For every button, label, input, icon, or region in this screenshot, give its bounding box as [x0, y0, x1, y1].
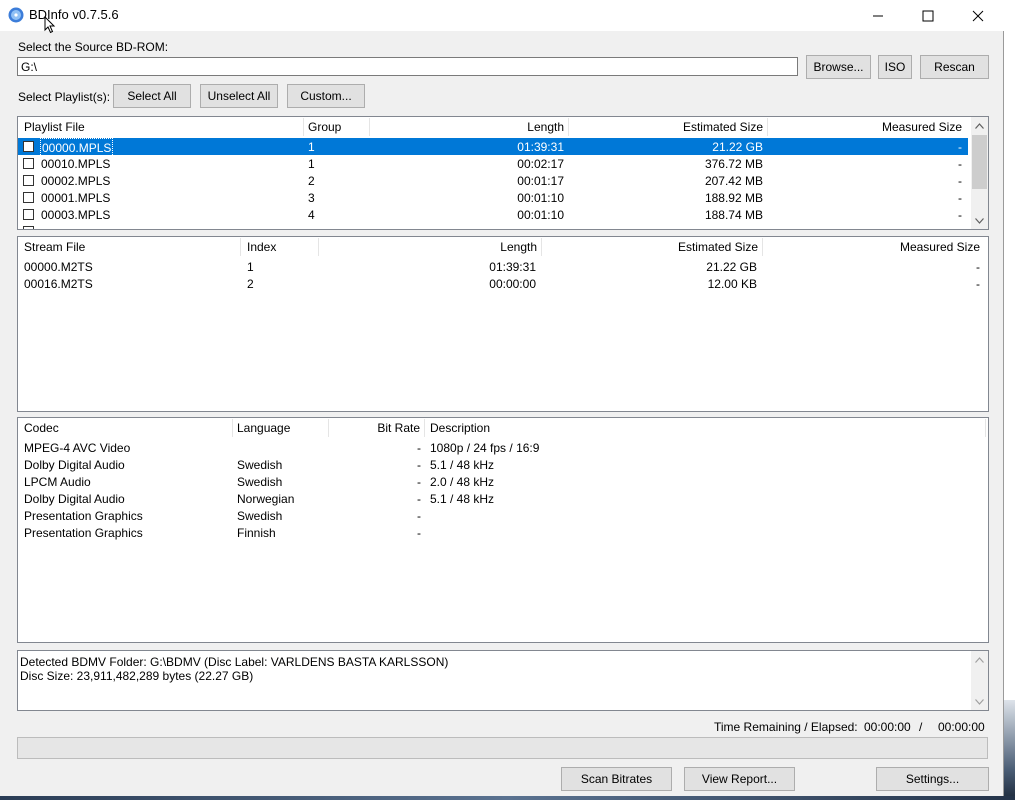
disc-icon	[8, 7, 24, 23]
view-report-button[interactable]: View Report...	[684, 767, 795, 791]
maximize-button[interactable]	[905, 0, 951, 31]
window-title: BDInfo v0.7.5.6	[29, 7, 119, 22]
playlist-row[interactable]: 00000.MPLS 1 01:39:31 21.22 GB -	[18, 138, 968, 157]
playlist-checkbox[interactable]	[23, 158, 34, 169]
playlist-checkbox[interactable]	[23, 192, 34, 203]
source-label: Select the Source BD-ROM:	[18, 40, 169, 54]
time-remaining: 00:00:00	[864, 720, 911, 734]
col-language[interactable]: Language	[237, 418, 290, 438]
playlist-checkbox[interactable]	[23, 226, 34, 229]
taskbar-edge	[0, 796, 1015, 800]
minimize-icon	[873, 15, 883, 16]
maximize-icon	[922, 10, 934, 21]
codec-row[interactable]: Presentation Graphics Finnish -	[18, 524, 988, 541]
scroll-thumb[interactable]	[972, 135, 987, 189]
stream-row[interactable]: 00000.M2TS 1 01:39:31 21.22 GB -	[18, 258, 988, 275]
col-stream-file[interactable]: Stream File	[24, 237, 85, 257]
col-group[interactable]: Group	[308, 117, 341, 137]
select-all-button[interactable]: Select All	[113, 84, 191, 108]
codec-list[interactable]: Codec Language Bit Rate Description MPEG…	[17, 417, 989, 643]
custom-button[interactable]: Custom...	[287, 84, 365, 108]
time-label: Time Remaining / Elapsed:	[714, 720, 858, 734]
col-playlist-file[interactable]: Playlist File	[24, 117, 85, 137]
col-length[interactable]: Length	[370, 117, 564, 137]
col-description[interactable]: Description	[430, 418, 490, 438]
codec-row[interactable]: MPEG-4 AVC Video - 1080p / 24 fps / 16:9	[18, 439, 988, 456]
time-elapsed: 00:00:00	[938, 720, 985, 734]
playlist-checkbox[interactable]	[23, 175, 34, 186]
status-line-disc-size: Disc Size: 23,911,482,289 bytes (22.27 G…	[20, 669, 254, 683]
col-stream-estimated-size[interactable]: Estimated Size	[542, 237, 758, 257]
status-textbox[interactable]: Detected BDMV Folder: G:\BDMV (Disc Labe…	[17, 650, 989, 711]
codec-row[interactable]: Dolby Digital Audio Norwegian - 5.1 / 48…	[18, 490, 988, 507]
mouse-cursor-icon	[44, 16, 56, 34]
codec-row[interactable]: Presentation Graphics Swedish -	[18, 507, 988, 524]
time-separator: /	[919, 720, 923, 734]
playlist-checkbox[interactable]	[23, 209, 34, 220]
scan-progress-bar	[17, 737, 988, 759]
browse-button[interactable]: Browse...	[806, 55, 871, 79]
minimize-button[interactable]	[855, 0, 901, 31]
playlist-row[interactable]: 00002.MPLS 2 00:01:17 207.42 MB -	[18, 172, 968, 189]
title-bar[interactable]: BDInfo v0.7.5.6	[0, 0, 1004, 34]
bdinfo-window: BDInfo v0.7.5.6 Select the Source BD-ROM…	[0, 0, 1004, 800]
playlist-row-partial[interactable]	[18, 223, 968, 229]
col-measured-size[interactable]: Measured Size	[768, 117, 962, 137]
scan-bitrates-button[interactable]: Scan Bitrates	[561, 767, 672, 791]
status-line-folder: Detected BDMV Folder: G:\BDMV (Disc Labe…	[20, 655, 449, 669]
col-bit-rate[interactable]: Bit Rate	[329, 418, 420, 438]
status-scrollbar[interactable]	[971, 651, 988, 710]
rescan-button[interactable]: Rescan	[920, 55, 989, 79]
playlist-row[interactable]: 00001.MPLS 3 00:01:10 188.92 MB -	[18, 189, 968, 206]
scroll-up-icon[interactable]	[971, 651, 988, 668]
close-button[interactable]	[955, 0, 1001, 31]
scroll-down-icon[interactable]	[971, 693, 988, 710]
codec-row[interactable]: LPCM Audio Swedish - 2.0 / 48 kHz	[18, 473, 988, 490]
col-estimated-size[interactable]: Estimated Size	[569, 117, 763, 137]
status-text: Detected BDMV Folder: G:\BDMV (Disc Labe…	[20, 655, 448, 683]
scroll-up-icon[interactable]	[971, 117, 988, 134]
playlist-row[interactable]: 00010.MPLS 1 00:02:17 376.72 MB -	[18, 155, 968, 172]
stream-row[interactable]: 00016.M2TS 2 00:00:00 12.00 KB -	[18, 275, 988, 292]
col-stream-measured-size[interactable]: Measured Size	[763, 237, 980, 257]
codec-row[interactable]: Dolby Digital Audio Swedish - 5.1 / 48 k…	[18, 456, 988, 473]
stream-list[interactable]: Stream File Index Length Estimated Size …	[17, 236, 989, 412]
settings-button[interactable]: Settings...	[876, 767, 989, 791]
col-stream-length[interactable]: Length	[319, 237, 537, 257]
playlist-list[interactable]: Playlist File Group Length Estimated Siz…	[17, 116, 989, 230]
select-playlists-label: Select Playlist(s):	[18, 90, 111, 104]
col-index[interactable]: Index	[247, 237, 276, 257]
iso-button[interactable]: ISO	[878, 55, 912, 79]
scroll-down-icon[interactable]	[971, 212, 988, 229]
unselect-all-button[interactable]: Unselect All	[200, 84, 278, 108]
playlist-checkbox[interactable]	[23, 141, 34, 152]
source-path-input[interactable]	[17, 57, 798, 76]
playlist-scrollbar[interactable]	[971, 117, 988, 229]
close-icon	[972, 10, 984, 21]
desktop-wallpaper	[1004, 700, 1015, 800]
playlist-row[interactable]: 00003.MPLS 4 00:01:10 188.74 MB -	[18, 206, 968, 223]
col-codec[interactable]: Codec	[24, 418, 59, 438]
desktop-background	[1004, 0, 1015, 800]
